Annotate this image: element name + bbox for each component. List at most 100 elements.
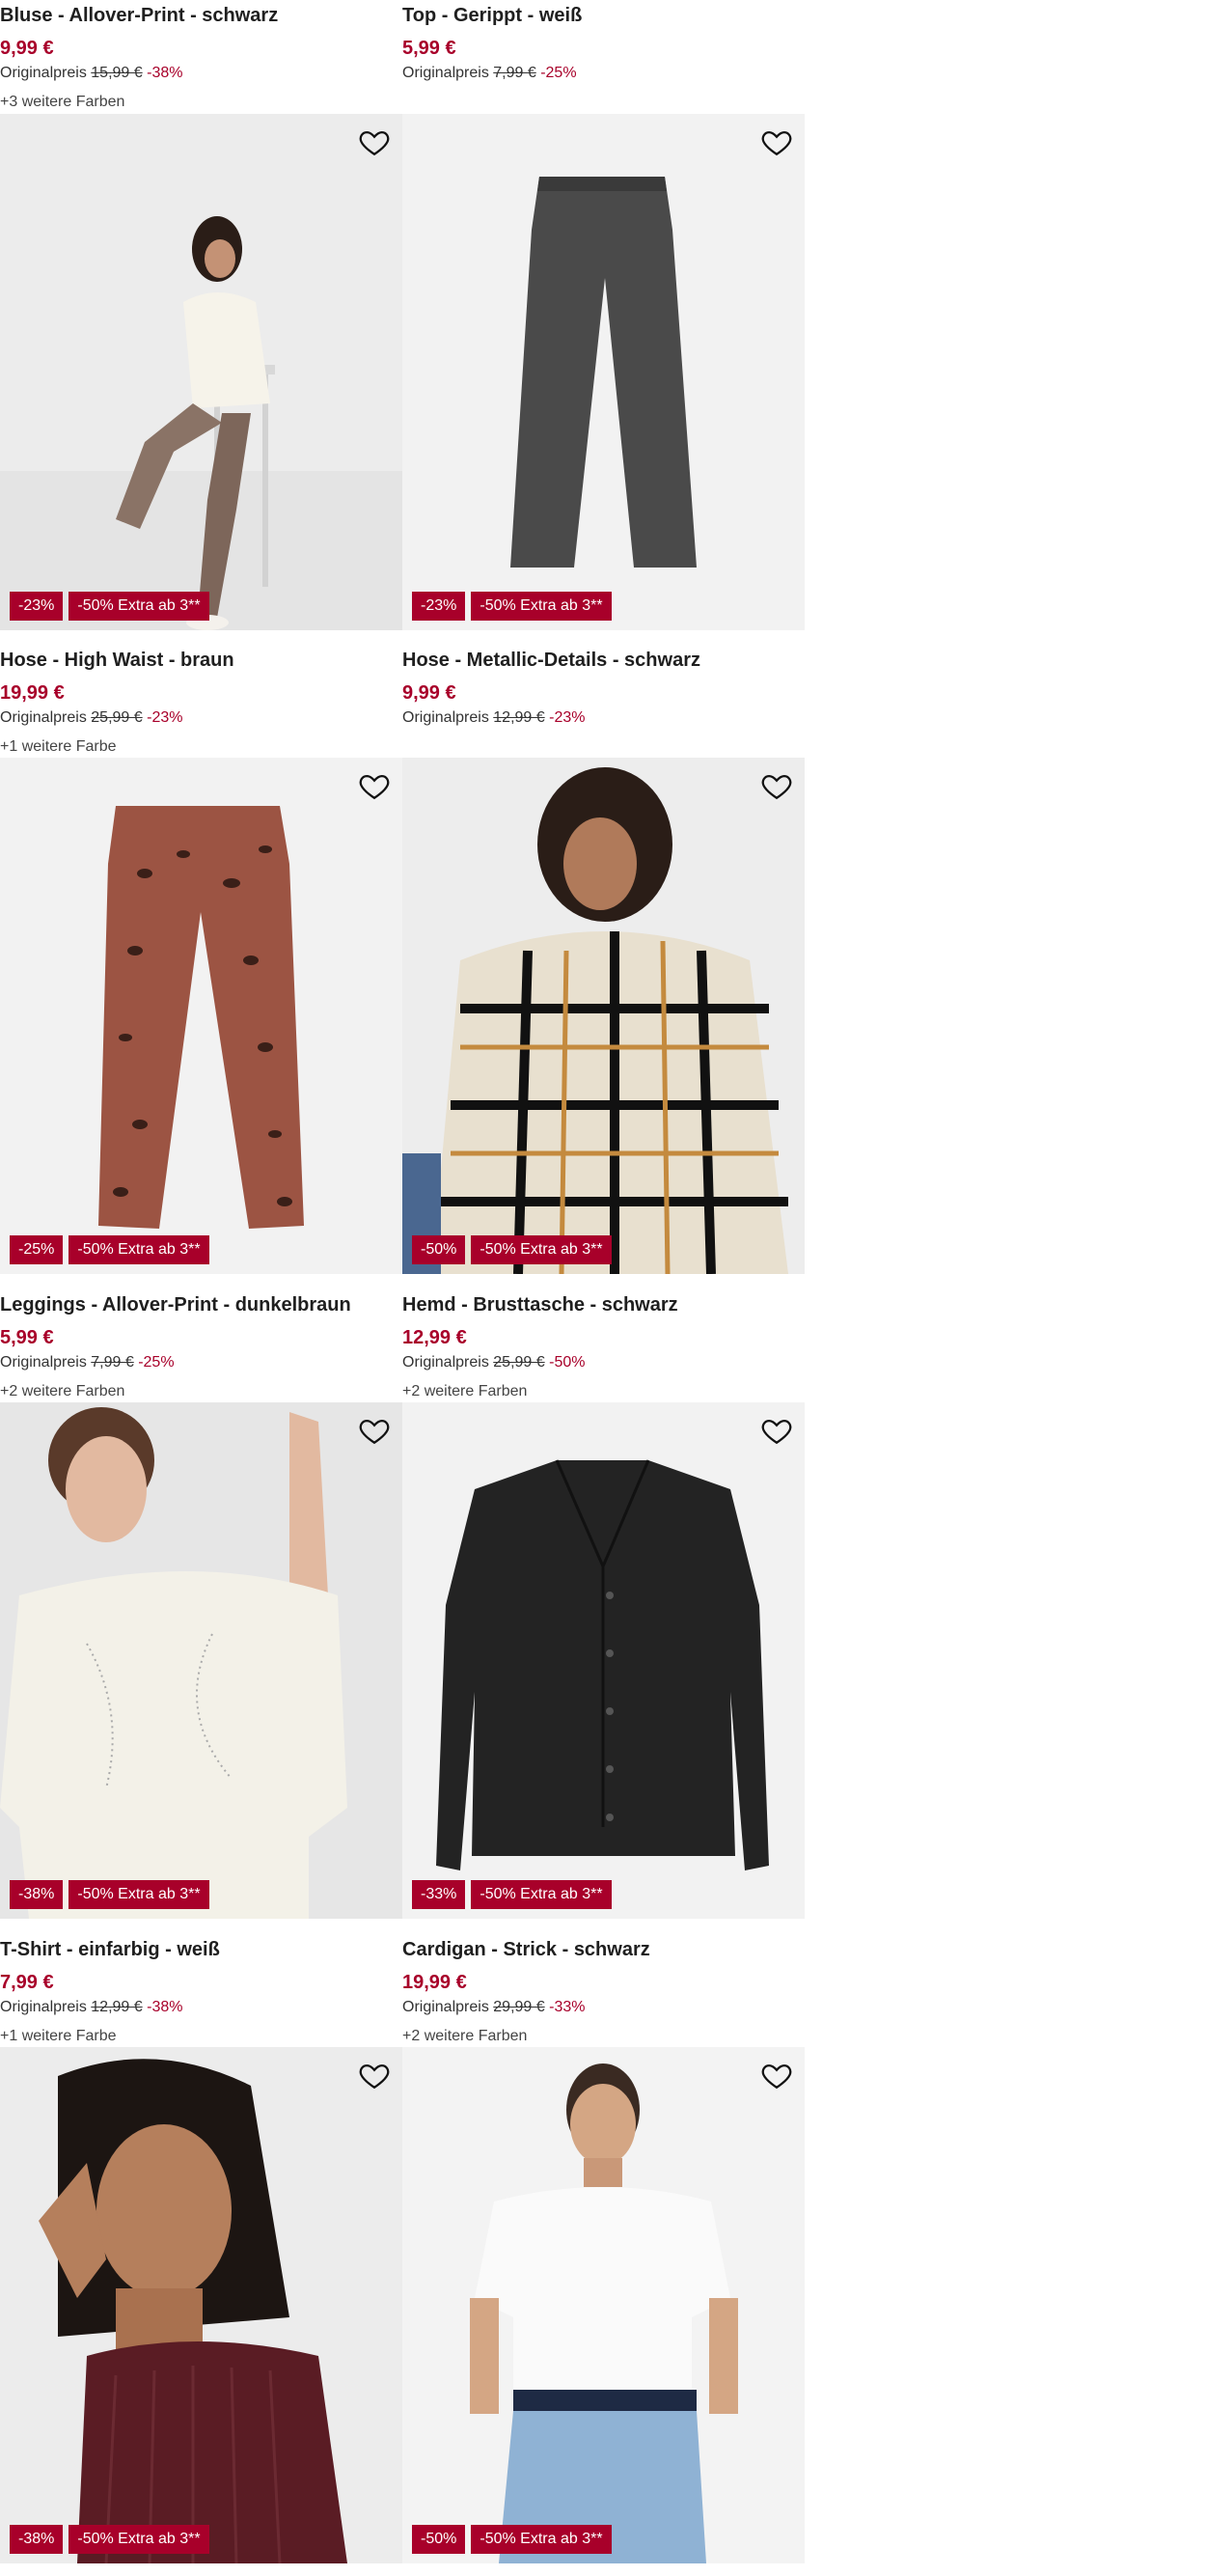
original-price: 12,99 € — [493, 709, 545, 726]
discount-percent: -33% — [549, 1999, 586, 2015]
discount-percent: -23% — [147, 709, 183, 726]
product-price: 5,99 € — [0, 1327, 54, 1348]
original-price-line: Originalpreis 7,99 € -25% — [402, 64, 806, 83]
original-price-line: Originalpreis 29,99 € -33% — [402, 1998, 806, 2017]
extra-offer-badge: -50% Extra ab 3** — [69, 1880, 209, 1909]
product-image-tile[interactable]: -33% -50% Extra ab 3** — [402, 1402, 805, 1919]
product-image-tile[interactable]: -50% -50% Extra ab 3** — [402, 758, 805, 1274]
heart-outline-icon[interactable] — [760, 125, 793, 158]
heart-outline-icon[interactable] — [760, 769, 793, 802]
discount-badge: -33% — [412, 1880, 466, 1909]
product-info[interactable]: Cardigan - Strick - schwarz 19,99 € Orig… — [402, 1938, 806, 2046]
product-photo — [0, 758, 402, 1274]
product-photo — [0, 1402, 402, 1919]
product-photo — [0, 114, 402, 630]
product-photo — [402, 2047, 805, 2563]
original-price: 15,99 € — [91, 65, 143, 81]
product-info[interactable]: Hose - Metallic-Details - schwarz 9,99 €… — [402, 649, 806, 728]
product-image-tile[interactable]: -25% -50% Extra ab 3** — [0, 758, 402, 1274]
product-title[interactable]: Cardigan - Strick - schwarz — [402, 1938, 806, 1961]
original-price: 7,99 € — [493, 65, 536, 81]
product-image-tile[interactable]: -38% -50% Extra ab 3** — [0, 2047, 402, 2563]
product-title[interactable]: T-Shirt - einfarbig - weiß — [0, 1938, 403, 1961]
more-colors[interactable]: +2 weitere Farben — [402, 1382, 806, 1401]
original-price-line: Originalpreis 7,99 € -25% — [0, 1353, 403, 1372]
extra-offer-badge: -50% Extra ab 3** — [471, 1235, 612, 1264]
discount-percent: -23% — [549, 709, 586, 726]
extra-offer-badge: -50% Extra ab 3** — [69, 2525, 209, 2554]
extra-offer-badge: -50% Extra ab 3** — [471, 1880, 612, 1909]
product-photo — [402, 1402, 805, 1919]
product-title[interactable]: Hose - Metallic-Details - schwarz — [402, 649, 806, 672]
product-title[interactable]: Top - Gerippt - weiß — [402, 4, 806, 27]
heart-outline-icon[interactable] — [358, 125, 391, 158]
heart-outline-icon[interactable] — [760, 1414, 793, 1447]
extra-offer-badge: -50% Extra ab 3** — [69, 592, 209, 621]
product-price: 19,99 € — [0, 682, 65, 704]
product-price: 9,99 € — [0, 38, 54, 59]
badge-group: -23% -50% Extra ab 3** — [10, 592, 209, 621]
product-info[interactable]: Hose - High Waist - braun 19,99 € Origin… — [0, 649, 403, 757]
product-price: 7,99 € — [0, 1972, 54, 1993]
discount-badge: -38% — [10, 1880, 64, 1909]
original-price-line: Originalpreis 25,99 € -50% — [402, 1353, 806, 1372]
discount-percent: -38% — [147, 65, 183, 81]
original-price-label: Originalpreis — [402, 65, 489, 81]
product-image-tile[interactable]: -38% -50% Extra ab 3** — [0, 1402, 402, 1919]
more-colors[interactable]: +3 weitere Farben — [0, 93, 403, 112]
original-price-label: Originalpreis — [0, 709, 87, 726]
badge-group: -38% -50% Extra ab 3** — [10, 2525, 209, 2554]
discount-badge: -50% — [412, 1235, 466, 1264]
more-colors[interactable]: +2 weitere Farben — [0, 1382, 403, 1401]
original-price: 25,99 € — [91, 709, 143, 726]
product-info[interactable]: Leggings - Allover-Print - dunkelbraun 5… — [0, 1293, 403, 1401]
discount-percent: -38% — [147, 1999, 183, 2015]
badge-group: -25% -50% Extra ab 3** — [10, 1235, 209, 1264]
discount-percent: -25% — [138, 1354, 175, 1371]
heart-outline-icon[interactable] — [358, 1414, 391, 1447]
more-colors[interactable]: +2 weitere Farben — [402, 2027, 806, 2046]
product-info[interactable]: Bluse - Allover-Print - schwarz 9,99 € O… — [0, 4, 403, 112]
discount-percent: -25% — [540, 65, 577, 81]
original-price-line: Originalpreis 12,99 € -38% — [0, 1998, 403, 2017]
product-price: 9,99 € — [402, 682, 456, 704]
heart-outline-icon[interactable] — [760, 2059, 793, 2091]
original-price-line: Originalpreis 25,99 € -23% — [0, 708, 403, 728]
extra-offer-badge: -50% Extra ab 3** — [69, 1235, 209, 1264]
product-info[interactable]: Hemd - Brusttasche - schwarz 12,99 € Ori… — [402, 1293, 806, 1401]
original-price-label: Originalpreis — [402, 709, 489, 726]
product-info[interactable]: T-Shirt - einfarbig - weiß 7,99 € Origin… — [0, 1938, 403, 2046]
product-image-tile[interactable]: -23% -50% Extra ab 3** — [402, 114, 805, 630]
product-title[interactable]: Hemd - Brusttasche - schwarz — [402, 1293, 806, 1316]
product-price: 5,99 € — [402, 38, 456, 59]
discount-badge: -50% — [412, 2525, 466, 2554]
original-price-line: Originalpreis 12,99 € -23% — [402, 708, 806, 728]
product-title[interactable]: Leggings - Allover-Print - dunkelbraun — [0, 1293, 403, 1316]
heart-outline-icon[interactable] — [358, 769, 391, 802]
discount-percent: -50% — [549, 1354, 586, 1371]
product-photo — [402, 758, 805, 1274]
product-price: 12,99 € — [402, 1327, 467, 1348]
original-price-label: Originalpreis — [0, 1354, 87, 1371]
product-price: 19,99 € — [402, 1972, 467, 1993]
product-info[interactable]: Top - Gerippt - weiß 5,99 € Originalprei… — [402, 4, 806, 83]
original-price: 7,99 € — [91, 1354, 134, 1371]
product-title[interactable]: Hose - High Waist - braun — [0, 649, 403, 672]
more-colors[interactable]: +1 weitere Farbe — [0, 2027, 403, 2046]
original-price: 12,99 € — [91, 1999, 143, 2015]
product-title[interactable]: Bluse - Allover-Print - schwarz — [0, 4, 403, 27]
original-price: 25,99 € — [493, 1354, 545, 1371]
more-colors[interactable]: +1 weitere Farbe — [0, 737, 403, 757]
product-photo — [402, 114, 805, 630]
product-image-tile[interactable]: -50% -50% Extra ab 3** — [402, 2047, 805, 2563]
badge-group: -50% -50% Extra ab 3** — [412, 1235, 612, 1264]
original-price-label: Originalpreis — [402, 1354, 489, 1371]
heart-outline-icon[interactable] — [358, 2059, 391, 2091]
original-price: 29,99 € — [493, 1999, 545, 2015]
discount-badge: -23% — [10, 592, 64, 621]
badge-group: -38% -50% Extra ab 3** — [10, 1880, 209, 1909]
badge-group: -33% -50% Extra ab 3** — [412, 1880, 612, 1909]
original-price-line: Originalpreis 15,99 € -38% — [0, 64, 403, 83]
product-image-tile[interactable]: -23% -50% Extra ab 3** — [0, 114, 402, 630]
original-price-label: Originalpreis — [402, 1999, 489, 2015]
